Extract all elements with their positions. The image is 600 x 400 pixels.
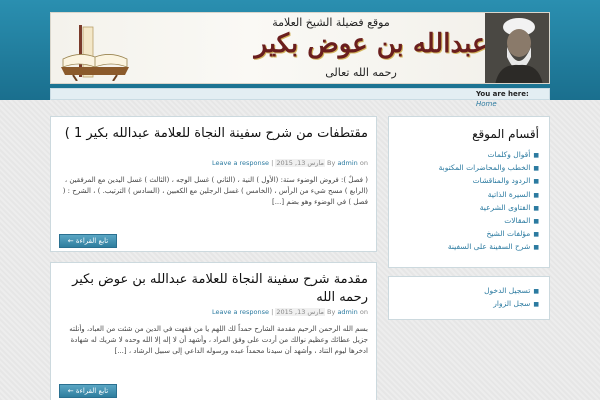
breadcrumb-label: You are here: [476, 90, 529, 98]
bullet-icon: ■ [533, 178, 539, 186]
bullet-icon: ■ [533, 231, 539, 239]
post-title-link[interactable]: مقتطفات من شرح سفينة النجاة للعلامة عبدا… [58, 125, 368, 143]
category-item[interactable]: ■الردود والمناقشات [439, 175, 539, 188]
bullet-icon: ■ [533, 191, 539, 199]
category-link[interactable]: مؤلفات الشيخ [486, 229, 530, 238]
bullet-icon: ■ [533, 218, 539, 226]
post-author-link[interactable]: admin [337, 159, 357, 167]
bullet-icon: ■ [533, 165, 539, 173]
bullet-icon: ■ [533, 204, 539, 212]
leave-response-link[interactable]: Leave a response [212, 159, 269, 167]
bullet-icon: ■ [533, 244, 539, 252]
category-item[interactable]: ■الخطب والمحاضرات المكتوبة [439, 162, 539, 175]
post-excerpt: بسم الله الرحمن الرحيم مقدمة الشارح حمدا… [69, 325, 368, 355]
post-card: مقتطفات من شرح سفينة النجاة للعلامة عبدا… [50, 116, 377, 252]
category-item[interactable]: ■المقالات [439, 215, 539, 228]
post-author-link[interactable]: admin [337, 308, 357, 316]
sheikh-portrait [485, 13, 549, 83]
post-card: مقدمة شرح سفينة النجاة للعلامة عبدالله ب… [50, 262, 377, 400]
category-item[interactable]: ■السيرة الذاتية [439, 189, 539, 202]
page-container: موقع فضيلة الشيخ العلامة عبدالله بن عوض … [50, 12, 550, 400]
site-name: موقع فضيلة الشيخ العلامة [272, 16, 390, 29]
main-content: مقتطفات من شرح سفينة النجاة للعلامة عبدا… [50, 116, 377, 400]
post-title-link[interactable]: مقدمة شرح سفينة النجاة للعلامة عبدالله ب… [58, 271, 368, 307]
sidebar-link-item[interactable]: ■تسجيل الدخول [484, 285, 539, 298]
categories-list: ■أقوال وكلمات ■الخطب والمحاضرات المكتوبة… [439, 149, 539, 255]
category-link[interactable]: الردود والمناقشات [473, 176, 531, 185]
category-item[interactable]: ■شرح السفينة على السفينة [439, 241, 539, 254]
bullet-icon: ■ [533, 152, 539, 159]
meta-by: By [327, 308, 336, 316]
bullet-icon: ■ [533, 288, 539, 295]
site-logo-calligraphy: عبدالله بن عوض بكير [254, 29, 488, 59]
guestbook-link[interactable]: سجل الزوار [493, 299, 530, 308]
category-link[interactable]: شرح السفينة على السفينة [448, 242, 530, 251]
category-link[interactable]: الخطب والمحاضرات المكتوبة [439, 163, 531, 172]
category-link[interactable]: الفتاوى الشرعية [480, 203, 531, 212]
links-widget: ■تسجيل الدخول ■سجل الزوار [388, 276, 550, 320]
read-more-button[interactable]: تابع القراءة ← [59, 384, 117, 398]
site-tagline: رحمه الله تعالى [325, 66, 397, 79]
post-meta: Leave a response | مارس 13, 2015 By admi… [212, 308, 368, 316]
categories-widget-title: أقسام الموقع [472, 127, 539, 141]
meta-on: on [359, 159, 368, 167]
category-item[interactable]: ■مؤلفات الشيخ [439, 228, 539, 241]
login-link[interactable]: تسجيل الدخول [484, 286, 530, 295]
categories-widget: أقسام الموقع ■أقوال وكلمات ■الخطب والمحا… [388, 116, 550, 268]
open-book-icon [61, 25, 129, 81]
meta-separator: | [271, 308, 274, 316]
meta-on: on [359, 308, 368, 316]
portrait-image-icon [485, 13, 549, 83]
category-link[interactable]: السيرة الذاتية [488, 190, 531, 199]
post-date: مارس 13, 2015 [275, 308, 325, 316]
category-link[interactable]: المقالات [504, 216, 530, 225]
post-excerpt: ( فصلٌ ): فروض الوضوء ستة: (الأول ) الني… [62, 176, 368, 206]
post-meta: Leave a response | مارس 13, 2015 By admi… [212, 159, 368, 167]
category-item[interactable]: ■أقوال وكلمات [439, 149, 540, 162]
breadcrumb-home-link[interactable]: Home [476, 100, 497, 108]
bullet-icon: ■ [533, 301, 539, 309]
links-list: ■تسجيل الدخول ■سجل الزوار [484, 285, 539, 311]
meta-separator: | [271, 159, 274, 167]
category-link[interactable]: أقوال وكلمات [488, 150, 531, 159]
breadcrumb: You are here: Home [50, 88, 550, 108]
site-banner[interactable]: موقع فضيلة الشيخ العلامة عبدالله بن عوض … [50, 12, 550, 84]
meta-by: By [327, 159, 336, 167]
post-date: مارس 13, 2015 [275, 159, 325, 167]
sidebar: أقسام الموقع ■أقوال وكلمات ■الخطب والمحا… [388, 116, 550, 400]
leave-response-link[interactable]: Leave a response [212, 308, 269, 316]
read-more-button[interactable]: تابع القراءة ← [59, 234, 117, 248]
category-item[interactable]: ■الفتاوى الشرعية [439, 202, 539, 215]
sidebar-link-item[interactable]: ■سجل الزوار [484, 298, 539, 311]
